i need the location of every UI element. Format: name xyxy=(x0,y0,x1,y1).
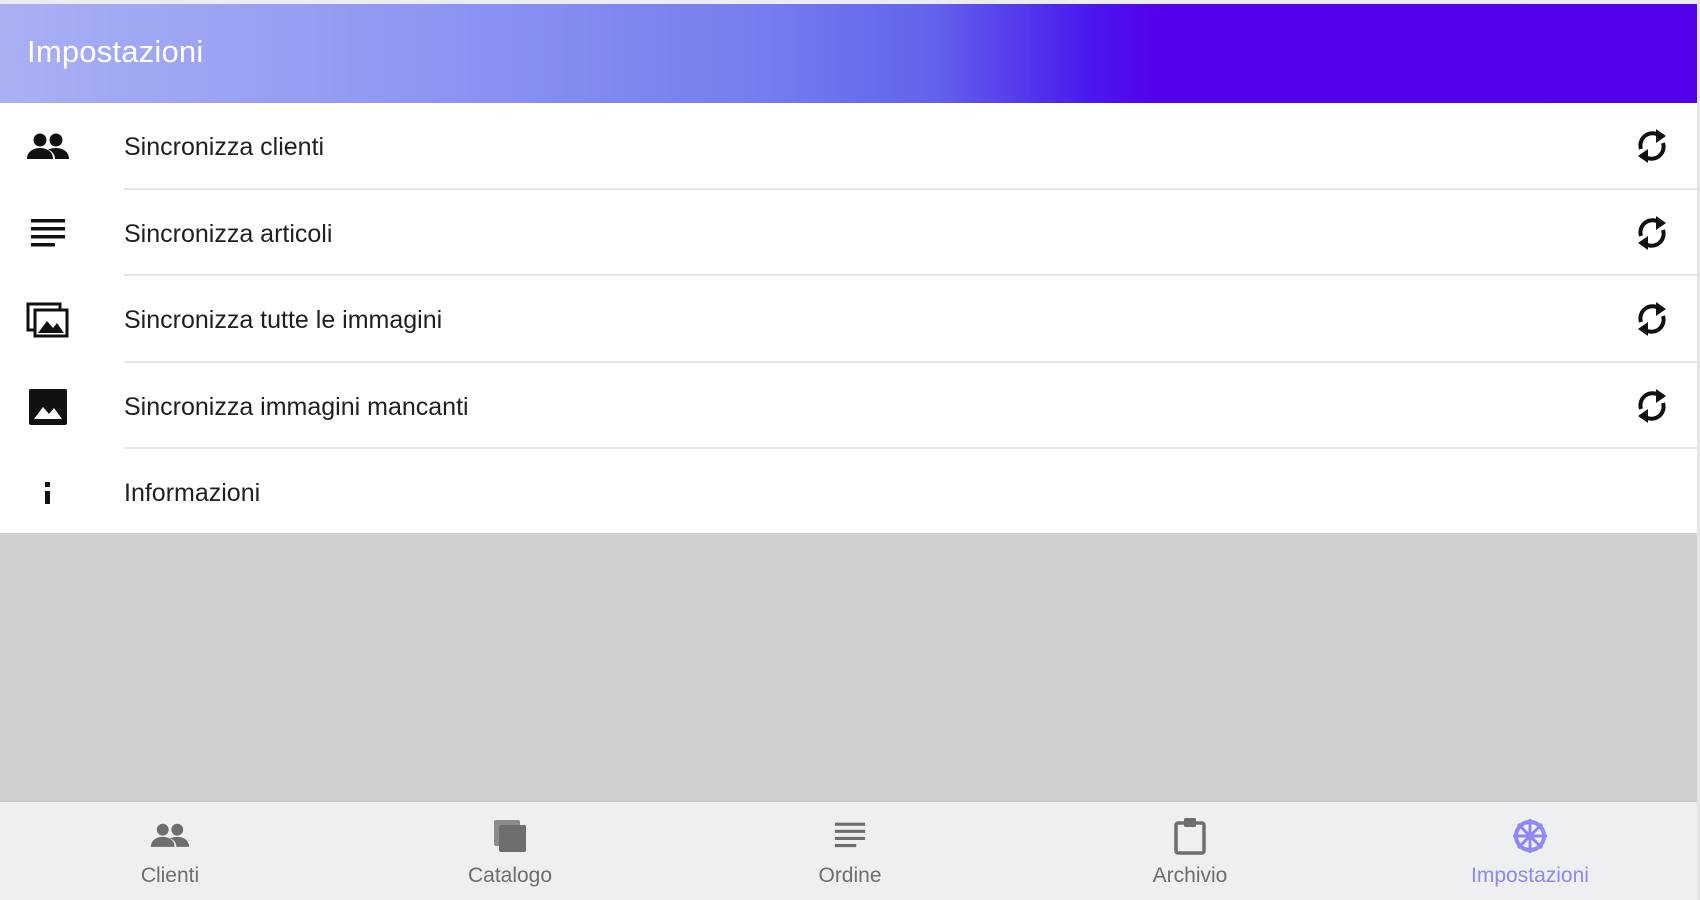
sync-icon[interactable] xyxy=(1629,296,1675,342)
settings-item-sync-articles[interactable]: Sincronizza articoli xyxy=(0,190,1700,276)
tab-label: Catalogo xyxy=(467,864,553,887)
page-title: Impostazioni xyxy=(27,34,204,69)
settings-item-label: Sincronizza immagini mancanti xyxy=(124,392,469,421)
sync-icon[interactable] xyxy=(1629,383,1675,429)
sync-icon[interactable] xyxy=(1629,210,1675,256)
catalog-icon xyxy=(488,816,532,856)
settings-item-label: Sincronizza clienti xyxy=(124,133,325,161)
list-lines-icon xyxy=(24,213,72,255)
list-lines-icon xyxy=(828,816,872,856)
settings-wheel-icon xyxy=(1508,816,1552,856)
info-icon xyxy=(24,472,72,514)
tab-label: Ordine xyxy=(818,864,882,887)
tab-label: Archivio xyxy=(1152,864,1228,887)
tab-ordine[interactable]: Ordine xyxy=(680,802,1020,900)
clipboard-icon xyxy=(1168,816,1212,856)
people-icon xyxy=(24,126,72,168)
settings-item-sync-missing-images[interactable]: Sincronizza immagini mancanti xyxy=(0,363,1700,449)
tab-archivio[interactable]: Archivio xyxy=(1020,802,1360,900)
settings-item-sync-all-images[interactable]: Sincronizza tutte le immagini xyxy=(0,276,1700,363)
people-icon xyxy=(148,816,192,856)
tab-label: Clienti xyxy=(140,864,200,887)
settings-screen: Impostazioni Sincronizza clienti Sincron… xyxy=(0,0,1700,900)
image-icon xyxy=(24,386,72,428)
tab-label: Impostazioni xyxy=(1471,864,1589,887)
settings-item-label: Informazioni xyxy=(124,479,261,507)
sync-icon[interactable] xyxy=(1629,123,1675,169)
tab-impostazioni[interactable]: Impostazioni xyxy=(1360,802,1700,900)
image-collection-icon xyxy=(24,299,72,341)
settings-list: Sincronizza clienti Sincronizza articoli… xyxy=(0,103,1700,533)
settings-item-label: Sincronizza tutte le immagini xyxy=(124,306,443,334)
tab-clienti[interactable]: Clienti xyxy=(0,802,340,900)
settings-item-sync-clients[interactable]: Sincronizza clienti xyxy=(0,103,1700,190)
settings-item-info[interactable]: Informazioni xyxy=(0,449,1700,536)
tab-catalogo[interactable]: Catalogo xyxy=(340,802,680,900)
settings-item-label: Sincronizza articoli xyxy=(124,219,333,248)
bottom-navigation: Clienti Catalogo Ordine Archivio Imposta… xyxy=(0,800,1700,900)
app-header: Impostazioni xyxy=(0,0,1700,103)
